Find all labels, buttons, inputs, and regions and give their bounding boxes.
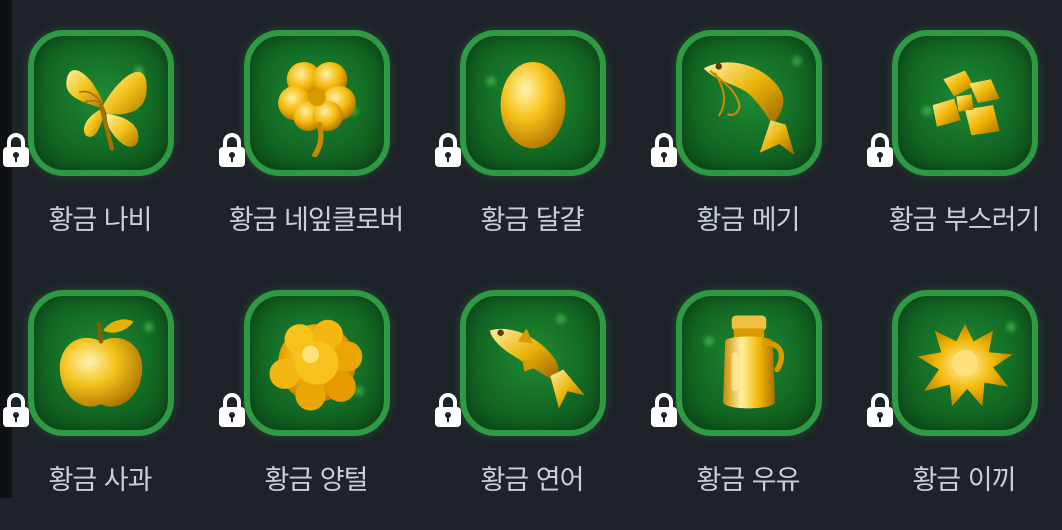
item-golden-fleece[interactable]: 황금 양털 (216, 290, 416, 530)
item-label: 황금 이끼 (912, 465, 1017, 496)
lock-icon (435, 133, 461, 167)
lock-icon (219, 133, 245, 167)
golden-crumbs-icon (932, 70, 1000, 136)
lock-icon (3, 133, 29, 167)
item-golden-crumbs[interactable]: 황금 부스러기 (864, 30, 1062, 270)
golden-egg-icon (500, 61, 566, 149)
lock-icon (867, 133, 893, 167)
item-golden-clover[interactable]: 황금 네잎클로버 (216, 30, 416, 270)
golden-butterfly-icon (66, 70, 147, 151)
golden-fleece-icon (269, 319, 363, 411)
lock-icon (867, 393, 893, 427)
item-label: 황금 우유 (696, 465, 801, 496)
item-tile[interactable] (28, 30, 174, 176)
item-label: 황금 연어 (480, 465, 585, 496)
item-golden-salmon[interactable]: 황금 연어 (432, 290, 632, 530)
item-tile[interactable] (28, 290, 174, 436)
golden-salmon-icon (489, 328, 585, 409)
item-tile[interactable] (676, 290, 822, 436)
lock-icon (3, 393, 29, 427)
golden-items-grid: 황금 나비 황금 네잎클로버 황금 달걀 황금 메기 황금 부스러기 황금 사과… (0, 0, 1062, 498)
item-label: 황금 부스러기 (888, 205, 1041, 236)
item-label: 황금 네잎클로버 (228, 205, 404, 236)
item-golden-milk[interactable]: 황금 우유 (648, 290, 848, 530)
item-tile[interactable] (244, 30, 390, 176)
item-label: 황금 메기 (696, 205, 801, 236)
item-label: 황금 양털 (264, 465, 369, 496)
golden-moss-icon (917, 324, 1013, 407)
item-tile[interactable] (460, 290, 606, 436)
golden-apple-icon (59, 319, 143, 407)
lock-icon (651, 393, 677, 427)
golden-four-leaf-clover-icon (278, 61, 356, 157)
item-golden-apple[interactable]: 황금 사과 (0, 290, 200, 530)
golden-catfish-icon (703, 62, 795, 155)
item-tile[interactable] (244, 290, 390, 436)
item-tile[interactable] (460, 30, 606, 176)
item-tile[interactable] (676, 30, 822, 176)
lock-icon (219, 393, 245, 427)
item-label: 황금 사과 (48, 465, 153, 496)
item-golden-butterfly[interactable]: 황금 나비 (0, 30, 200, 270)
item-label: 황금 나비 (48, 205, 153, 236)
item-golden-egg[interactable]: 황금 달걀 (432, 30, 632, 270)
golden-milk-jar-icon (723, 315, 785, 409)
lock-icon (435, 393, 461, 427)
item-golden-catfish[interactable]: 황금 메기 (648, 30, 848, 270)
item-label: 황금 달걀 (480, 205, 585, 236)
item-tile[interactable] (892, 290, 1038, 436)
item-tile[interactable] (892, 30, 1038, 176)
item-golden-moss[interactable]: 황금 이끼 (864, 290, 1062, 530)
lock-icon (651, 133, 677, 167)
